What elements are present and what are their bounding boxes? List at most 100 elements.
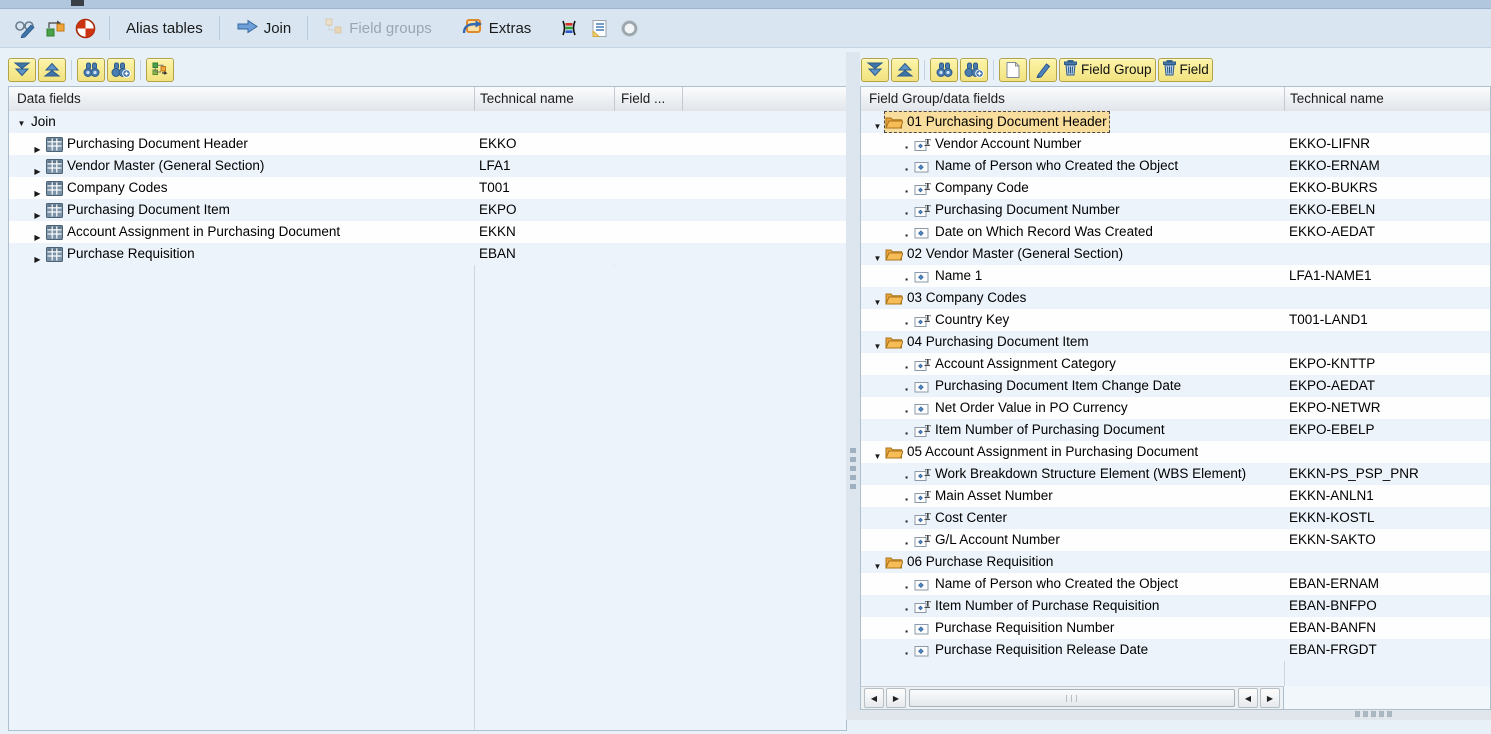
folder-icon: [884, 115, 904, 129]
splitter-grip-icon[interactable]: [850, 448, 856, 489]
svg-text:T: T: [925, 423, 931, 433]
tree-row[interactable]: ·TAccount Assignment CategoryEKPO-KNTTP: [861, 353, 1490, 375]
tree-row-label: Country Key: [932, 309, 1012, 331]
hierarchy-button[interactable]: [146, 58, 174, 82]
delete-field-button[interactable]: Field: [1158, 58, 1213, 82]
new-page-button[interactable]: [999, 58, 1027, 82]
tree-row-label: Cost Center: [932, 507, 1010, 529]
scroll-left-button[interactable]: ◀: [1238, 688, 1258, 708]
tree-row-label: 05 Account Assignment in Purchasing Docu…: [904, 441, 1201, 463]
tree-row-technical-name: T001: [479, 177, 510, 199]
alias-tables-label: Alias tables: [126, 20, 203, 37]
notes-icon[interactable]: [586, 16, 612, 40]
tree-row-label: Purchasing Document Item: [64, 199, 233, 221]
field-group-tree: Field Group/data fields Technical name ▼…: [860, 86, 1491, 710]
collapse-triangle-icon[interactable]: ▼: [15, 113, 28, 135]
tree-row[interactable]: ▶Account Assignment in Purchasing Docume…: [9, 221, 846, 243]
field-text-icon: T: [912, 357, 932, 372]
tree-row[interactable]: ·TCountry KeyT001-LAND1: [861, 309, 1490, 331]
resize-grip-icon[interactable]: [1355, 711, 1392, 717]
tree-row[interactable]: ·Name 1LFA1-NAME1: [861, 265, 1490, 287]
tree-row-label: 06 Purchase Requisition: [904, 551, 1056, 573]
expand-all-button[interactable]: [8, 58, 36, 82]
generate-icon[interactable]: [72, 16, 98, 40]
tree-row[interactable]: ▼04 Purchasing Document Item: [861, 331, 1490, 353]
tree-row[interactable]: ·TWork Breakdown Structure Element (WBS …: [861, 463, 1490, 485]
tree-row[interactable]: ▶Vendor Master (General Section)LFA1: [9, 155, 846, 177]
rgb-adjust-icon[interactable]: [556, 16, 582, 40]
tree-row-technical-name: EKPO-KNTTP: [1289, 353, 1375, 375]
tree-row[interactable]: ·Purchasing Document Item Change DateEKP…: [861, 375, 1490, 397]
tree-row-label: Join: [28, 111, 59, 133]
tree-row-selected[interactable]: ▼01 Purchasing Document Header: [861, 111, 1490, 133]
panel-splitter[interactable]: [846, 52, 860, 720]
find-next-button[interactable]: [960, 58, 988, 82]
tree-row-label: Date on Which Record Was Created: [932, 221, 1156, 243]
svg-text:T: T: [925, 137, 931, 147]
check-icon[interactable]: [42, 16, 68, 40]
scrollbar-thumb[interactable]: [909, 689, 1235, 707]
tree-row-label: Purchase Requisition Number: [932, 617, 1117, 639]
tree-row[interactable]: ▶Purchasing Document HeaderEKKO: [9, 133, 846, 155]
expand-all-button[interactable]: [861, 58, 889, 82]
extras-button[interactable]: Extras: [455, 13, 539, 43]
tree-row[interactable]: ▶Purchasing Document ItemEKPO: [9, 199, 846, 221]
tree-row[interactable]: ·Purchase Requisition Release DateEBAN-F…: [861, 639, 1490, 661]
collapse-all-button[interactable]: [38, 58, 66, 82]
trash-icon: [1162, 60, 1177, 79]
tree-row-label: 01 Purchasing Document Header: [904, 111, 1110, 133]
column-header-technical-name[interactable]: Technical name: [1290, 87, 1486, 111]
column-header-field[interactable]: Field ...: [621, 87, 677, 111]
tree-row[interactable]: ·TG/L Account NumberEKKN-SAKTO: [861, 529, 1490, 551]
expand-triangle-icon[interactable]: ▶: [31, 249, 44, 271]
tree-row-label: Purchase Requisition: [64, 243, 198, 265]
field-groups-icon: [324, 17, 344, 39]
column-header-data-fields[interactable]: Data fields: [17, 87, 467, 111]
tree-row[interactable]: ·Date on Which Record Was CreatedEKKO-AE…: [861, 221, 1490, 243]
field-text-icon: T: [912, 599, 932, 614]
tree-row[interactable]: ·TItem Number of Purchasing DocumentEKPO…: [861, 419, 1490, 441]
collapse-all-button[interactable]: [891, 58, 919, 82]
tree-row[interactable]: ▼05 Account Assignment in Purchasing Doc…: [861, 441, 1490, 463]
tree-row[interactable]: ▼Join: [9, 111, 846, 133]
tree-row[interactable]: ·Name of Person who Created the ObjectEK…: [861, 155, 1490, 177]
scrollbar-track[interactable]: [909, 689, 1235, 707]
tree-row-label: Vendor Master (General Section): [64, 155, 267, 177]
tree-row[interactable]: ·TPurchasing Document NumberEKKO-EBELN: [861, 199, 1490, 221]
tree-row[interactable]: ·TCost CenterEKKN-KOSTL: [861, 507, 1490, 529]
tree-row[interactable]: ·TCompany CodeEKKO-BUKRS: [861, 177, 1490, 199]
find-button[interactable]: [930, 58, 958, 82]
tree-row-label: Purchasing Document Item Change Date: [932, 375, 1184, 397]
delete-field-group-button[interactable]: Field Group: [1059, 58, 1156, 82]
find-button[interactable]: [77, 58, 105, 82]
column-header-technical-name[interactable]: Technical name: [480, 87, 608, 111]
tree-row-technical-name: EKKO-BUKRS: [1289, 177, 1378, 199]
join-button[interactable]: Join: [229, 16, 299, 41]
tree-row[interactable]: ▼03 Company Codes: [861, 287, 1490, 309]
find-next-button[interactable]: [107, 58, 135, 82]
tree-row[interactable]: ·TItem Number of Purchase RequisitionEBA…: [861, 595, 1490, 617]
tree-row[interactable]: ▼06 Purchase Requisition: [861, 551, 1490, 573]
scrollbar-filler: [1284, 686, 1491, 710]
tree-row-technical-name: EKKN-ANLN1: [1289, 485, 1374, 507]
scroll-right-button[interactable]: ▶: [886, 688, 906, 708]
alias-tables-button[interactable]: Alias tables: [119, 17, 210, 40]
svg-text:T: T: [925, 489, 931, 499]
tree-row-label: Account Assignment in Purchasing Documen…: [64, 221, 343, 243]
tree-row[interactable]: ·Purchase Requisition NumberEBAN-BANFN: [861, 617, 1490, 639]
application-toolbar: Alias tables Join Field groups Extras: [0, 9, 1491, 48]
tree-row[interactable]: ▼02 Vendor Master (General Section): [861, 243, 1490, 265]
tree-row[interactable]: ·TVendor Account NumberEKKO-LIFNR: [861, 133, 1490, 155]
display-change-icon[interactable]: [12, 16, 38, 40]
tree-row[interactable]: ▶Company CodesT001: [9, 177, 846, 199]
tree-row[interactable]: ·Name of Person who Created the ObjectEB…: [861, 573, 1490, 595]
edit-button[interactable]: [1029, 58, 1057, 82]
sap-infoset-window: Alias tables Join Field groups Extras: [0, 0, 1491, 734]
column-header-field-group[interactable]: Field Group/data fields: [869, 87, 1277, 111]
scroll-left-button[interactable]: ◀: [864, 688, 884, 708]
status-ring-icon[interactable]: [616, 16, 642, 40]
scroll-right-button[interactable]: ▶: [1260, 688, 1280, 708]
tree-row[interactable]: ▶Purchase RequisitionEBAN: [9, 243, 846, 265]
tree-row[interactable]: ·TMain Asset NumberEKKN-ANLN1: [861, 485, 1490, 507]
tree-row[interactable]: ·Net Order Value in PO CurrencyEKPO-NETW…: [861, 397, 1490, 419]
